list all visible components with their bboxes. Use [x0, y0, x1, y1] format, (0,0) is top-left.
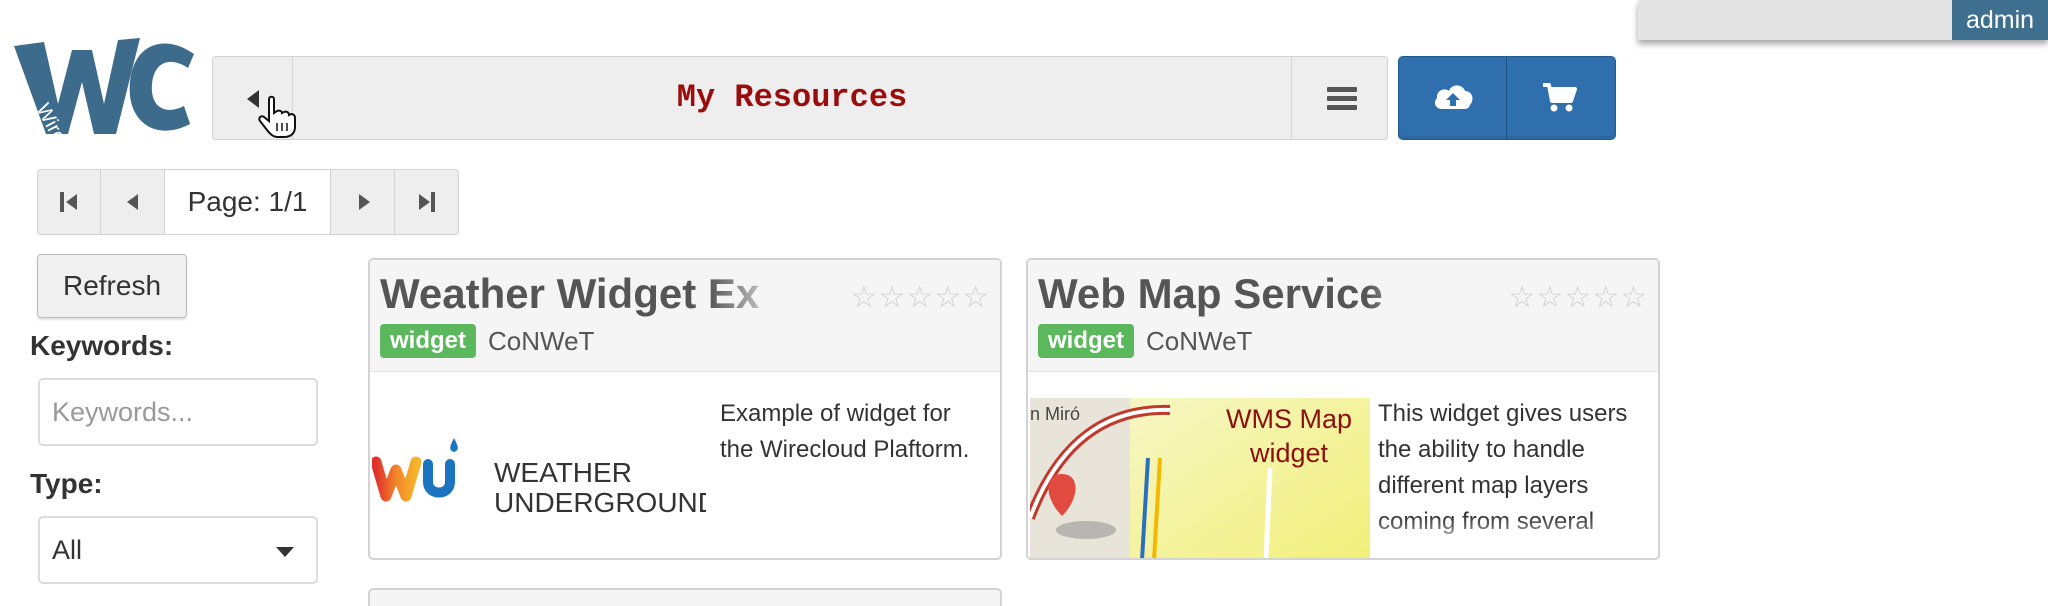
cloud-upload-icon	[1434, 85, 1473, 109]
vendor-name: CoNWeT	[488, 326, 595, 356]
card-title: Web Map Service	[1038, 270, 1383, 317]
resource-card-partial[interactable]	[368, 588, 1002, 606]
card-header: Web Map Service ☆☆☆☆☆ widget CoNWeT	[1028, 260, 1658, 372]
resource-card-weather[interactable]: Weather Widget Ex ☆☆☆☆☆ widget CoNWeT WE…	[368, 258, 1002, 560]
shopping-cart-icon	[1543, 83, 1577, 112]
type-badge: widget	[1038, 324, 1134, 358]
first-page-arrow	[66, 194, 77, 210]
type-select[interactable]: All	[38, 516, 318, 584]
resource-card-wms[interactable]: Web Map Service ☆☆☆☆☆ widget CoNWeT n Mi…	[1026, 258, 1660, 560]
type-label: Type:	[30, 468, 103, 499]
wms-map-thumbnail: n Miró WMS Map widget	[1028, 398, 1370, 558]
rating-stars-icon: ☆☆☆☆☆	[1508, 281, 1648, 314]
user-menu-bar: admin	[1638, 0, 2048, 40]
next-page-icon	[359, 194, 371, 210]
pagination: Page: 1/1	[37, 169, 459, 235]
page-title: My Resources	[676, 79, 908, 116]
type-select-value: All	[52, 535, 83, 565]
next-page-button[interactable]	[331, 170, 395, 234]
hand-cursor-icon	[258, 95, 296, 138]
hamburger-icon-line	[1327, 105, 1357, 110]
header-bar: My Resources	[212, 56, 1388, 140]
action-button-group	[1398, 56, 1616, 140]
weather-underground-logo: WEATHER UNDERGROUND	[370, 398, 718, 558]
caret-down-icon	[276, 547, 294, 557]
keywords-label: Keywords:	[30, 330, 174, 361]
wirecloud-logo[interactable]: Wirecloud	[6, 24, 196, 189]
map-place-label: n Miró	[1030, 404, 1080, 424]
vendor-name: CoNWeT	[1146, 326, 1253, 356]
menu-button[interactable]	[1291, 57, 1387, 139]
card-header: Weather Widget Ex ☆☆☆☆☆ widget CoNWeT	[370, 260, 1000, 372]
refresh-button[interactable]: Refresh	[37, 254, 187, 318]
user-menu-button[interactable]: admin	[1952, 0, 2048, 40]
back-button[interactable]	[213, 57, 296, 139]
last-page-arrow	[418, 194, 430, 210]
map-thumb-line1: WMS Map	[1226, 404, 1352, 434]
previous-page-button[interactable]	[101, 170, 165, 234]
weather-logo-line2: UNDERGROUND	[494, 487, 706, 518]
previous-page-icon	[127, 194, 139, 210]
hamburger-icon	[1327, 87, 1357, 92]
first-page-icon	[60, 192, 64, 212]
card-description: Example of widget for the Wirecloud Plaf…	[720, 400, 970, 463]
first-page-button[interactable]	[38, 170, 102, 234]
upload-button[interactable]	[1399, 57, 1507, 139]
marketplace-button[interactable]	[1507, 57, 1615, 139]
card-title: Weather Widget Ex	[380, 270, 760, 317]
hamburger-icon-line	[1327, 96, 1357, 101]
card-description: This widget gives users the ability to h…	[1378, 400, 1628, 535]
map-thumb-line2: widget	[1249, 438, 1329, 468]
rating-stars-icon: ☆☆☆☆☆	[850, 281, 990, 314]
weather-logo-line1: WEATHER	[494, 457, 632, 488]
last-page-button[interactable]	[395, 170, 458, 234]
type-badge: widget	[380, 324, 476, 358]
last-page-icon	[430, 192, 435, 212]
keywords-input[interactable]: Keywords...	[38, 378, 318, 446]
page-indicator: Page: 1/1	[164, 170, 332, 234]
